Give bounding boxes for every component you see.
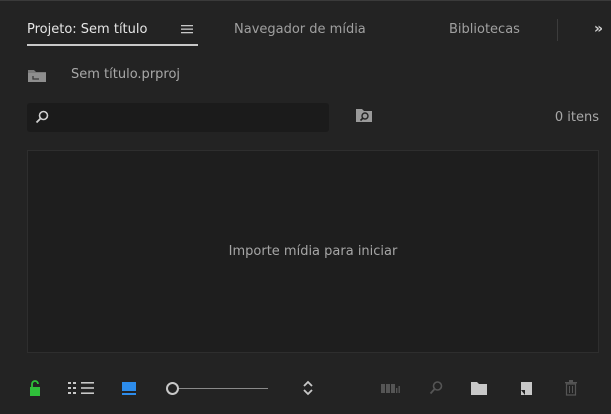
panel-menu-icon[interactable] xyxy=(181,23,193,35)
lock-icon[interactable] xyxy=(29,379,41,397)
active-tab-indicator xyxy=(27,44,198,46)
zoom-slider-track[interactable] xyxy=(173,388,268,389)
clear-icon[interactable] xyxy=(564,379,578,397)
tab-project[interactable]: Projeto: Sem título xyxy=(27,22,147,37)
zoom-slider-handle[interactable] xyxy=(166,382,179,395)
icon-view-icon[interactable] xyxy=(121,379,137,397)
media-well[interactable]: Importe mídia para iniciar xyxy=(27,150,599,353)
find-icon[interactable] xyxy=(429,379,443,397)
project-file-name: Sem título.prproj xyxy=(71,67,181,82)
tab-libraries[interactable]: Bibliotecas xyxy=(449,22,520,37)
empty-state-message: Importe mídia para iniciar xyxy=(228,244,398,259)
item-count: 0 itens xyxy=(554,110,599,125)
project-panel: Projeto: Sem título Navegador de mídia B… xyxy=(0,0,611,414)
search-icon xyxy=(35,110,49,124)
list-view-icon[interactable] xyxy=(67,379,95,397)
tab-media-browser[interactable]: Navegador de mídia xyxy=(234,22,366,37)
new-bin-icon[interactable] xyxy=(470,379,488,397)
new-item-icon[interactable] xyxy=(519,379,533,397)
find-in-bin-icon[interactable] xyxy=(355,107,373,123)
tabs-overflow-icon[interactable]: » xyxy=(594,21,603,37)
panel-tabs: Projeto: Sem título Navegador de mídia B… xyxy=(0,1,611,46)
project-folder-icon xyxy=(28,70,46,82)
automate-to-sequence-icon[interactable] xyxy=(380,379,402,397)
search-input[interactable] xyxy=(55,103,327,134)
search-field[interactable] xyxy=(27,103,329,134)
tab-separator xyxy=(557,19,558,41)
sort-icon[interactable] xyxy=(302,379,314,397)
